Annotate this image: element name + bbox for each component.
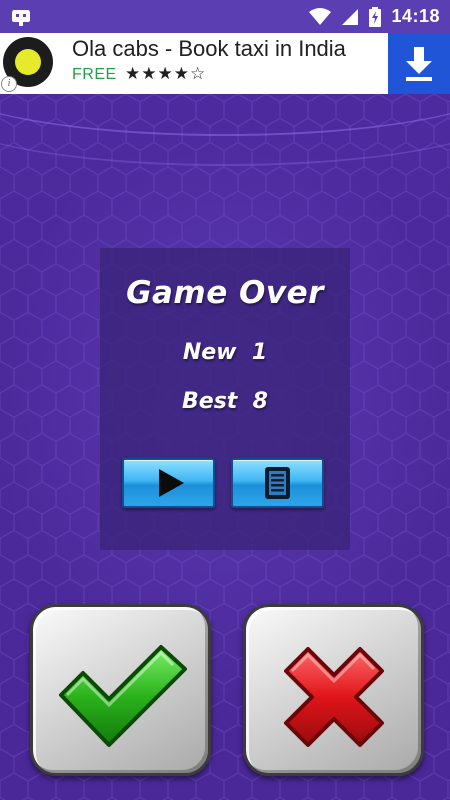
cross-icon: [284, 647, 384, 747]
cancel-button[interactable]: [243, 604, 424, 776]
confirm-button[interactable]: [30, 604, 211, 776]
android-debug-icon: [12, 10, 30, 26]
signal-icon: [342, 8, 359, 25]
status-time: 14:18: [391, 6, 440, 26]
list-icon: [265, 467, 290, 499]
wifi-icon: [309, 7, 332, 25]
download-icon: [406, 47, 432, 81]
ad-banner[interactable]: i Ola cabs - Book taxi in India FREE ★★★…: [0, 33, 450, 94]
ad-price: FREE: [72, 66, 117, 83]
best-score-row: Best 8: [0, 389, 450, 414]
new-score-label: New: [182, 340, 237, 365]
best-score-value: 8: [252, 389, 268, 414]
new-score-value: 1: [251, 340, 268, 365]
game-over-title: Game Over: [126, 275, 324, 311]
play-icon: [159, 469, 184, 497]
play-button[interactable]: [122, 458, 215, 508]
menu-button[interactable]: [231, 458, 324, 508]
status-bar: 14:18: [0, 0, 450, 33]
new-score-row: New 1: [0, 340, 450, 365]
battery-charging-icon: [369, 6, 382, 27]
info-icon[interactable]: i: [1, 76, 17, 92]
decorative-arc: [0, 94, 450, 166]
checkmark-icon: [59, 645, 187, 747]
ad-rating-stars: ★★★★☆: [125, 64, 207, 84]
download-button[interactable]: [388, 33, 450, 94]
ad-title[interactable]: Ola cabs - Book taxi in India: [72, 36, 346, 62]
best-score-label: Best: [182, 389, 238, 414]
